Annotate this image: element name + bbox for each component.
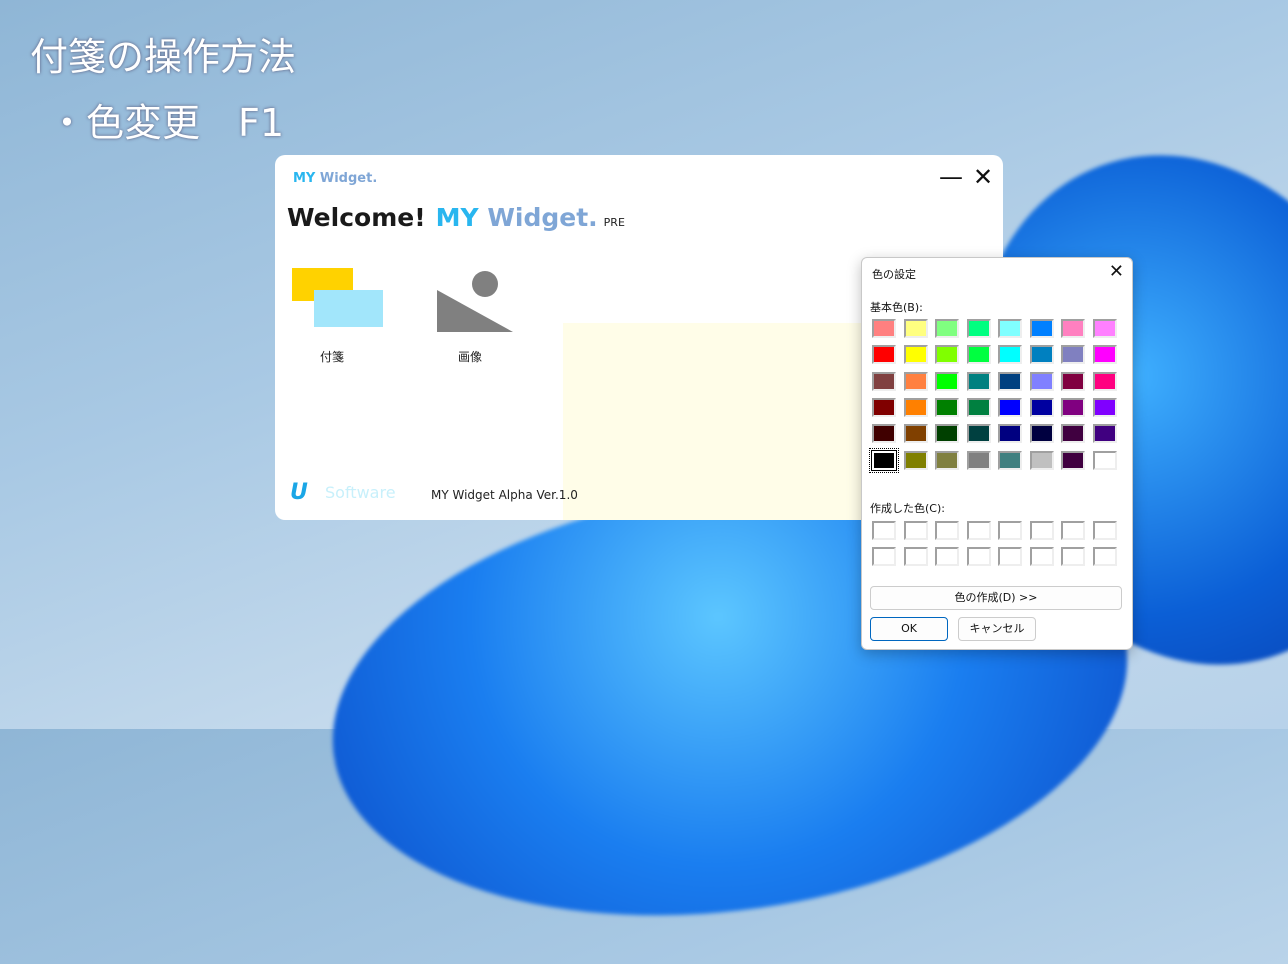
color-swatch[interactable]	[1029, 371, 1054, 391]
color-swatch[interactable]	[872, 319, 896, 338]
color-swatch[interactable]	[998, 397, 1022, 417]
slide-title: 付箋の操作方法	[30, 35, 297, 79]
color-swatch[interactable]	[872, 371, 896, 391]
custom-color-swatch[interactable]	[966, 521, 991, 540]
brand-widget: Widget.	[487, 203, 598, 232]
color-swatch[interactable]	[872, 424, 896, 444]
image-tile[interactable]	[437, 265, 537, 365]
color-swatch[interactable]	[1061, 450, 1085, 470]
ok-button[interactable]: OK	[870, 617, 948, 641]
custom-color-swatch[interactable]	[1092, 547, 1117, 567]
color-swatch[interactable]	[1029, 450, 1054, 470]
sticky-note-label[interactable]: 付箋	[320, 348, 344, 365]
color-swatch[interactable]	[966, 397, 991, 417]
color-swatch[interactable]	[1061, 424, 1085, 444]
color-swatch[interactable]	[1092, 345, 1117, 365]
color-dialog: 色の設定 ✕ 基本色(B): 作成した色(C): 色の作成(D) >> OK キ…	[861, 257, 1133, 650]
custom-color-swatch[interactable]	[872, 547, 896, 567]
cancel-button[interactable]: キャンセル	[958, 617, 1036, 641]
color-swatch[interactable]	[1092, 397, 1117, 417]
color-swatch[interactable]	[935, 371, 959, 391]
custom-color-swatch[interactable]	[935, 521, 959, 540]
color-swatch[interactable]	[966, 371, 991, 391]
close-button[interactable]: ✕	[973, 163, 993, 191]
u-software-logo: U	[290, 480, 308, 505]
color-swatch[interactable]	[1061, 371, 1085, 391]
custom-color-swatch[interactable]	[903, 547, 928, 567]
color-swatch[interactable]	[998, 450, 1022, 470]
color-swatch[interactable]	[1029, 345, 1054, 365]
welcome-text: Welcome!	[287, 203, 426, 232]
software-text: Software	[325, 483, 396, 502]
custom-color-swatch[interactable]	[966, 547, 991, 567]
sticky-notes-icon-back	[314, 290, 383, 327]
custom-color-swatch[interactable]	[998, 547, 1022, 567]
custom-color-swatch[interactable]	[1029, 521, 1054, 540]
basic-colors-label: 基本色(B):	[870, 301, 923, 314]
color-swatch[interactable]	[1029, 397, 1054, 417]
color-swatch[interactable]	[935, 424, 959, 444]
color-swatch[interactable]	[903, 424, 928, 444]
custom-color-swatch[interactable]	[903, 521, 928, 540]
custom-color-swatch[interactable]	[1029, 547, 1054, 567]
color-swatch[interactable]	[903, 319, 928, 338]
minimize-button[interactable]: —	[939, 163, 963, 191]
color-swatch[interactable]	[872, 345, 896, 365]
color-swatch[interactable]	[1061, 397, 1085, 417]
custom-color-swatch[interactable]	[935, 547, 959, 567]
color-swatch[interactable]	[966, 424, 991, 444]
color-swatch[interactable]	[998, 424, 1022, 444]
image-label[interactable]: 画像	[458, 348, 482, 365]
slide-bullet: ・色変更 F1	[48, 101, 285, 145]
custom-color-swatch[interactable]	[872, 521, 896, 540]
color-swatch[interactable]	[966, 319, 991, 338]
color-swatch[interactable]	[903, 450, 928, 470]
color-swatch[interactable]	[998, 319, 1022, 338]
color-swatch[interactable]	[998, 345, 1022, 365]
color-swatch[interactable]	[935, 450, 959, 470]
color-swatch[interactable]	[903, 397, 928, 417]
custom-color-swatch[interactable]	[998, 521, 1022, 540]
color-swatch[interactable]	[1092, 424, 1117, 444]
color-swatch[interactable]	[935, 319, 959, 338]
color-swatch[interactable]	[1092, 319, 1117, 338]
color-swatch[interactable]	[1061, 345, 1085, 365]
version-text: MY Widget Alpha Ver.1.0	[431, 488, 578, 502]
custom-color-swatch[interactable]	[1061, 521, 1085, 540]
color-swatch[interactable]	[998, 371, 1022, 391]
custom-colors-label: 作成した色(C):	[870, 502, 945, 515]
welcome-heading: Welcome! MY Widget. PRE	[287, 203, 625, 232]
dialog-close-button[interactable]: ✕	[1109, 261, 1124, 282]
custom-color-swatch[interactable]	[1092, 521, 1117, 540]
color-swatch[interactable]	[935, 397, 959, 417]
color-swatch[interactable]	[935, 345, 959, 365]
custom-color-swatch[interactable]	[1061, 547, 1085, 567]
color-swatch[interactable]	[966, 345, 991, 365]
color-swatch[interactable]	[872, 397, 896, 417]
app-logo: MY Widget.	[293, 171, 377, 186]
define-custom-colors-button[interactable]: 色の作成(D) >>	[870, 586, 1122, 610]
brand-my: MY	[435, 203, 479, 232]
color-swatch[interactable]	[903, 371, 928, 391]
color-swatch[interactable]	[1029, 424, 1054, 444]
color-swatch[interactable]	[903, 345, 928, 365]
color-swatch[interactable]	[1061, 319, 1085, 338]
color-swatch[interactable]	[869, 447, 899, 473]
color-swatch[interactable]	[1092, 450, 1117, 470]
logo-my: MY	[293, 171, 316, 186]
image-icon	[437, 271, 513, 332]
dialog-title: 色の設定	[872, 268, 916, 281]
pre-badge: PRE	[603, 216, 625, 229]
color-swatch[interactable]	[1092, 371, 1117, 391]
color-swatch[interactable]	[1029, 319, 1054, 338]
color-swatch[interactable]	[966, 450, 991, 470]
logo-widget: Widget.	[319, 171, 378, 186]
